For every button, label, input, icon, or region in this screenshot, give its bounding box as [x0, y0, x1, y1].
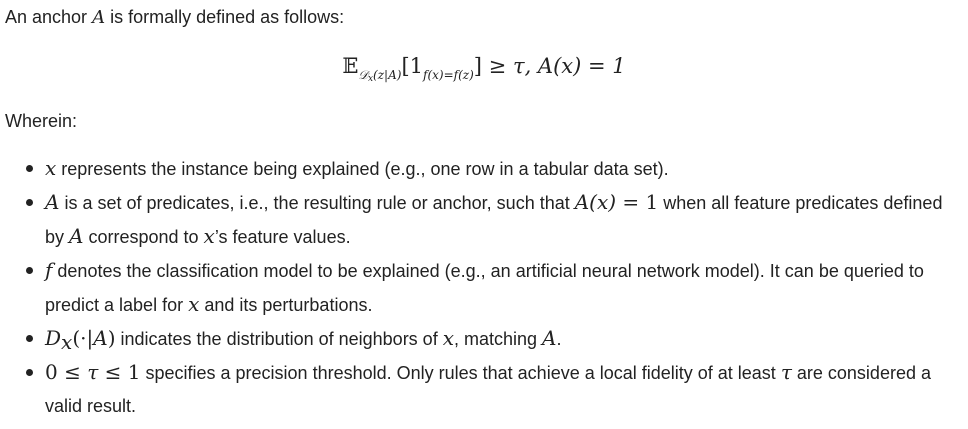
item-text: specifies a precision threshold. Only ru… [140, 363, 781, 383]
item-text: represents the instance being explained … [56, 159, 669, 179]
formula-relation: ≥ τ, [482, 54, 538, 78]
math-expression: A(x) [574, 190, 617, 214]
bullet-icon [26, 335, 33, 342]
math-var: τ [87, 360, 99, 384]
list-item-distribution: Dx(·|A) indicates the distribution of ne… [0, 322, 968, 356]
expectation-subscript: 𝒟x(z|A) [358, 68, 402, 84]
math-subscript: x [61, 330, 73, 354]
math-var: x [45, 156, 57, 180]
intro-text-after: is formally defined as follows: [105, 7, 345, 27]
item-text: denotes the classification model to be e… [45, 261, 924, 315]
item-text: and its perturbations. [199, 295, 373, 315]
item-text: is a set of predicates, i.e., the result… [59, 193, 575, 213]
math-var: D [45, 326, 62, 350]
distribution-condition: (z|A) [373, 68, 402, 82]
item-text: ’s feature values. [214, 227, 351, 247]
list-item-f: f denotes the classification model to be… [0, 254, 968, 322]
indicator-symbol: 1 [409, 54, 424, 78]
item-text: correspond to [83, 227, 204, 247]
expectation-symbol: 𝔼 [342, 54, 359, 78]
formula-anchor-eq: A(x) = 1 [537, 54, 626, 78]
math-var: τ [780, 360, 792, 384]
item-text: , matching [453, 329, 543, 349]
item-text: . [556, 329, 562, 349]
bullet-icon [26, 267, 33, 274]
intro-text-before: An anchor [5, 7, 93, 27]
bullet-icon [26, 165, 33, 172]
math-var: A [45, 190, 60, 214]
math-expression: (·| [72, 326, 94, 350]
list-item-a: A is a set of predicates, i.e., the resu… [0, 186, 968, 254]
bullet-icon [26, 369, 33, 376]
math-expression: ) [107, 326, 116, 350]
math-var: A [93, 326, 108, 350]
item-text: indicates the distribution of neighbors … [115, 329, 443, 349]
math-expression: = 1 [616, 190, 659, 214]
intro-paragraph: An anchor A is formally defined as follo… [5, 6, 344, 29]
math-var-a: A [92, 7, 106, 28]
math-var: x [442, 326, 454, 350]
list-item-x: x represents the instance being explaine… [0, 152, 968, 186]
definition-list: x represents the instance being explaine… [0, 152, 968, 423]
math-expression: 0 ≤ [45, 360, 88, 384]
bracket-open: [ [401, 54, 410, 78]
indicator-subscript: f(x)=f(z) [423, 68, 474, 82]
bracket-close: ] [473, 54, 482, 78]
document-page: An anchor A is formally defined as follo… [0, 0, 968, 429]
list-item-tau: 0 ≤ τ ≤ 1 specifies a precision threshol… [0, 356, 968, 423]
math-var: A [69, 224, 84, 248]
math-expression: ≤ 1 [98, 360, 141, 384]
math-var: x [203, 224, 215, 248]
wherein-label: Wherein: [5, 111, 78, 131]
math-var: x [188, 292, 200, 316]
math-var: A [542, 326, 557, 350]
anchor-definition-formula: 𝔼𝒟x(z|A)[1f(x)=f(z)] ≥ τ, A(x) = 1 [0, 46, 968, 86]
distribution-symbol: 𝒟 [358, 68, 368, 82]
bullet-icon [26, 199, 33, 206]
